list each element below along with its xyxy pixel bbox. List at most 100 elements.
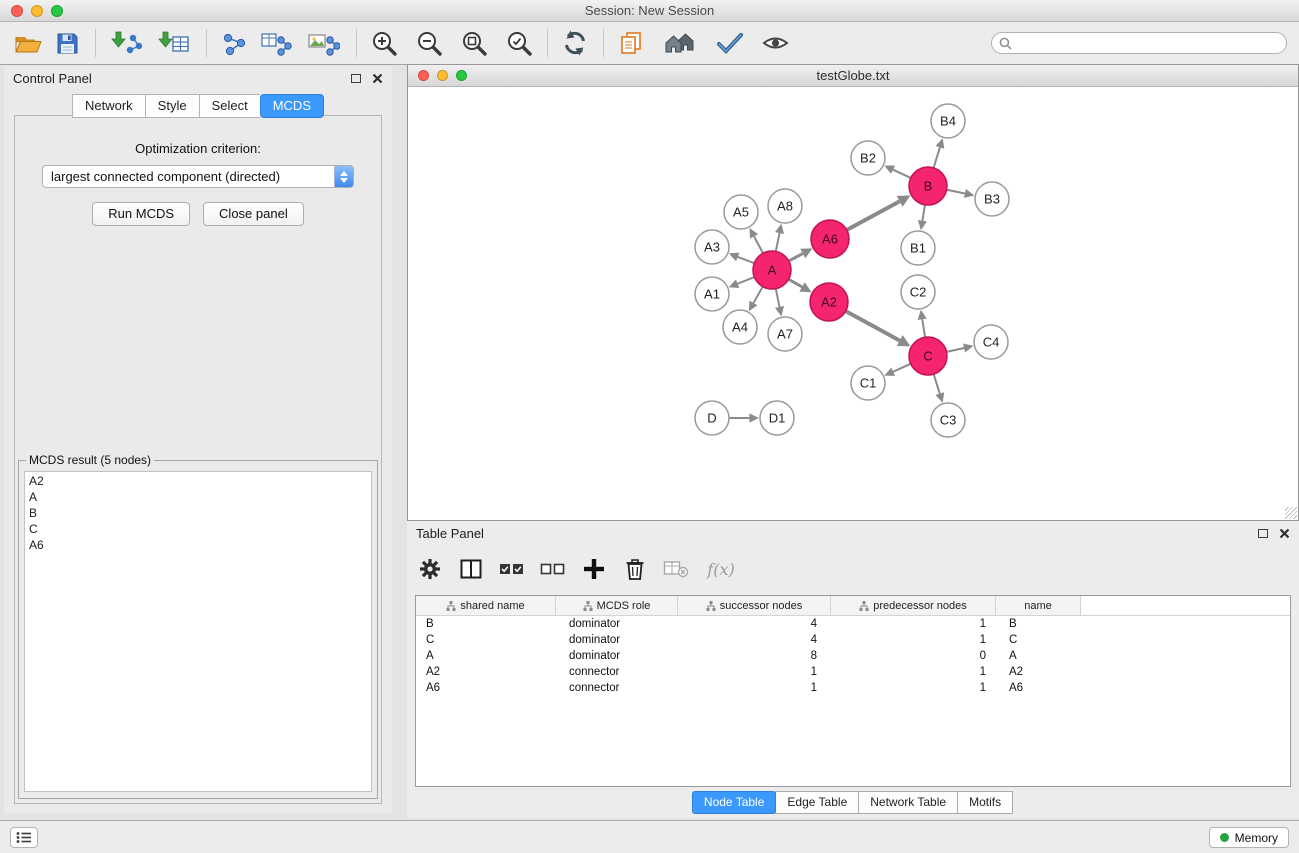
graph-node-D[interactable]: D bbox=[695, 401, 729, 435]
table-cell[interactable]: A bbox=[416, 648, 556, 664]
graph-edge-A-A5[interactable] bbox=[750, 228, 764, 253]
deselect-all-button[interactable] bbox=[540, 556, 566, 582]
table-cell[interactable]: A6 bbox=[996, 680, 1081, 696]
network-from-table-button[interactable] bbox=[257, 26, 297, 60]
table-cell[interactable]: dominator bbox=[556, 632, 678, 648]
import-network-button[interactable] bbox=[107, 26, 147, 60]
minimize-window-button[interactable] bbox=[31, 5, 43, 17]
delete-table-button[interactable] bbox=[663, 556, 689, 582]
table-cell[interactable]: 1 bbox=[831, 632, 996, 648]
table-cell[interactable]: B bbox=[416, 616, 556, 632]
zoom-in-button[interactable] bbox=[368, 26, 400, 60]
show-hide-button[interactable] bbox=[759, 26, 791, 60]
table-cell[interactable]: 1 bbox=[678, 680, 831, 696]
table-cell[interactable]: A2 bbox=[996, 664, 1081, 680]
table-row[interactable]: Cdominator41C bbox=[416, 632, 1290, 648]
graph-edge-A-A4[interactable] bbox=[749, 287, 763, 312]
graph-node-B2[interactable]: B2 bbox=[851, 141, 885, 175]
graph-edge-A2-C[interactable] bbox=[846, 311, 911, 346]
graph-edge-A-A1[interactable] bbox=[729, 277, 755, 288]
table-cell[interactable]: A bbox=[996, 648, 1081, 664]
table-settings-button[interactable] bbox=[417, 556, 443, 582]
tab-edge-table[interactable]: Edge Table bbox=[775, 791, 859, 814]
graph-edge-A6-B[interactable] bbox=[847, 196, 911, 230]
table-cell[interactable]: B bbox=[996, 616, 1081, 632]
graph-node-B[interactable]: B bbox=[909, 167, 947, 205]
graph-node-A1[interactable]: A1 bbox=[695, 277, 729, 311]
network-minimize-button[interactable] bbox=[437, 70, 448, 81]
table-cell[interactable]: 4 bbox=[678, 632, 831, 648]
table-cell[interactable]: connector bbox=[556, 664, 678, 680]
network-canvas[interactable]: B4B2BB3A5A8A6A3B1AC2A1A2A4A7C4CC1C3DD1 bbox=[408, 87, 1298, 520]
graph-node-C4[interactable]: C4 bbox=[974, 325, 1008, 359]
tab-mcds[interactable]: MCDS bbox=[260, 94, 324, 118]
optimization-criterion-dropdown[interactable]: largest connected component (directed) bbox=[42, 165, 354, 188]
table-cell[interactable]: C bbox=[996, 632, 1081, 648]
network-close-button[interactable] bbox=[418, 70, 429, 81]
graph-edge-A-A7[interactable] bbox=[775, 289, 784, 317]
graph-edge-C-C3[interactable] bbox=[934, 374, 945, 403]
float-table-panel-icon[interactable] bbox=[1258, 529, 1268, 538]
graph-node-C2[interactable]: C2 bbox=[901, 275, 935, 309]
table-row[interactable]: Bdominator41B bbox=[416, 616, 1290, 632]
graph-node-B4[interactable]: B4 bbox=[931, 104, 965, 138]
tab-style[interactable]: Style bbox=[145, 94, 199, 118]
table-cell[interactable]: 8 bbox=[678, 648, 831, 664]
tab-select[interactable]: Select bbox=[199, 94, 260, 118]
duplicate-network-button[interactable] bbox=[615, 26, 647, 60]
table-row[interactable]: Adominator80A bbox=[416, 648, 1290, 664]
tab-node-table[interactable]: Node Table bbox=[692, 791, 777, 814]
table-cell[interactable]: A2 bbox=[416, 664, 556, 680]
zoom-window-button[interactable] bbox=[51, 5, 63, 17]
table-row[interactable]: A6connector11A6 bbox=[416, 680, 1290, 696]
graph-edge-D-D1[interactable] bbox=[729, 413, 759, 422]
graph-edge-B-B4[interactable] bbox=[934, 138, 945, 168]
column-header-predecessor-nodes[interactable]: predecessor nodes bbox=[831, 596, 996, 615]
column-header-shared-name[interactable]: shared name bbox=[416, 596, 556, 615]
graph-node-B1[interactable]: B1 bbox=[901, 231, 935, 265]
mcds-result-item[interactable]: C bbox=[29, 521, 371, 537]
new-network-button[interactable] bbox=[218, 26, 250, 60]
home-button[interactable] bbox=[661, 26, 701, 60]
import-table-button[interactable] bbox=[154, 26, 194, 60]
save-session-button[interactable] bbox=[51, 26, 83, 60]
mcds-result-item[interactable]: A6 bbox=[29, 537, 371, 553]
graph-node-D1[interactable]: D1 bbox=[760, 401, 794, 435]
close-table-panel-icon[interactable] bbox=[1279, 528, 1290, 539]
column-header-name[interactable]: name bbox=[996, 596, 1081, 615]
show-columns-button[interactable] bbox=[458, 556, 484, 582]
mcds-result-item[interactable]: A2 bbox=[29, 473, 371, 489]
tab-network[interactable]: Network bbox=[72, 94, 145, 118]
graph-node-B3[interactable]: B3 bbox=[975, 182, 1009, 216]
table-cell[interactable]: connector bbox=[556, 680, 678, 696]
graph-node-A7[interactable]: A7 bbox=[768, 317, 802, 351]
graph-edge-C-C2[interactable] bbox=[918, 310, 927, 337]
graph-edge-A-A3[interactable] bbox=[729, 253, 754, 264]
task-history-button[interactable] bbox=[10, 827, 38, 848]
graph-node-C3[interactable]: C3 bbox=[931, 403, 965, 437]
graph-edge-B-B3[interactable] bbox=[947, 189, 975, 198]
graph-node-A[interactable]: A bbox=[753, 251, 791, 289]
close-panel-icon[interactable] bbox=[372, 73, 383, 84]
graph-node-A6[interactable]: A6 bbox=[811, 220, 849, 258]
graph-node-A5[interactable]: A5 bbox=[724, 195, 758, 229]
table-cell[interactable]: 1 bbox=[831, 664, 996, 680]
network-window-titlebar[interactable]: testGlobe.txt bbox=[408, 65, 1298, 87]
graph-node-C1[interactable]: C1 bbox=[851, 366, 885, 400]
function-builder-button[interactable]: f(x) bbox=[704, 556, 738, 582]
delete-column-button[interactable] bbox=[622, 556, 648, 582]
zoom-selected-button[interactable] bbox=[503, 26, 535, 60]
table-cell[interactable]: dominator bbox=[556, 616, 678, 632]
mcds-result-item[interactable]: B bbox=[29, 505, 371, 521]
graph-edge-B-B2[interactable] bbox=[884, 166, 910, 178]
graph-node-A8[interactable]: A8 bbox=[768, 189, 802, 223]
table-cell[interactable]: 4 bbox=[678, 616, 831, 632]
close-window-button[interactable] bbox=[11, 5, 23, 17]
graph-edge-B-B1[interactable] bbox=[918, 205, 927, 230]
table-cell[interactable]: A6 bbox=[416, 680, 556, 696]
graph-edge-A-A6[interactable] bbox=[789, 248, 813, 261]
select-all-button[interactable] bbox=[499, 556, 525, 582]
table-cell[interactable]: dominator bbox=[556, 648, 678, 664]
zoom-out-button[interactable] bbox=[413, 26, 445, 60]
table-cell[interactable]: 1 bbox=[678, 664, 831, 680]
